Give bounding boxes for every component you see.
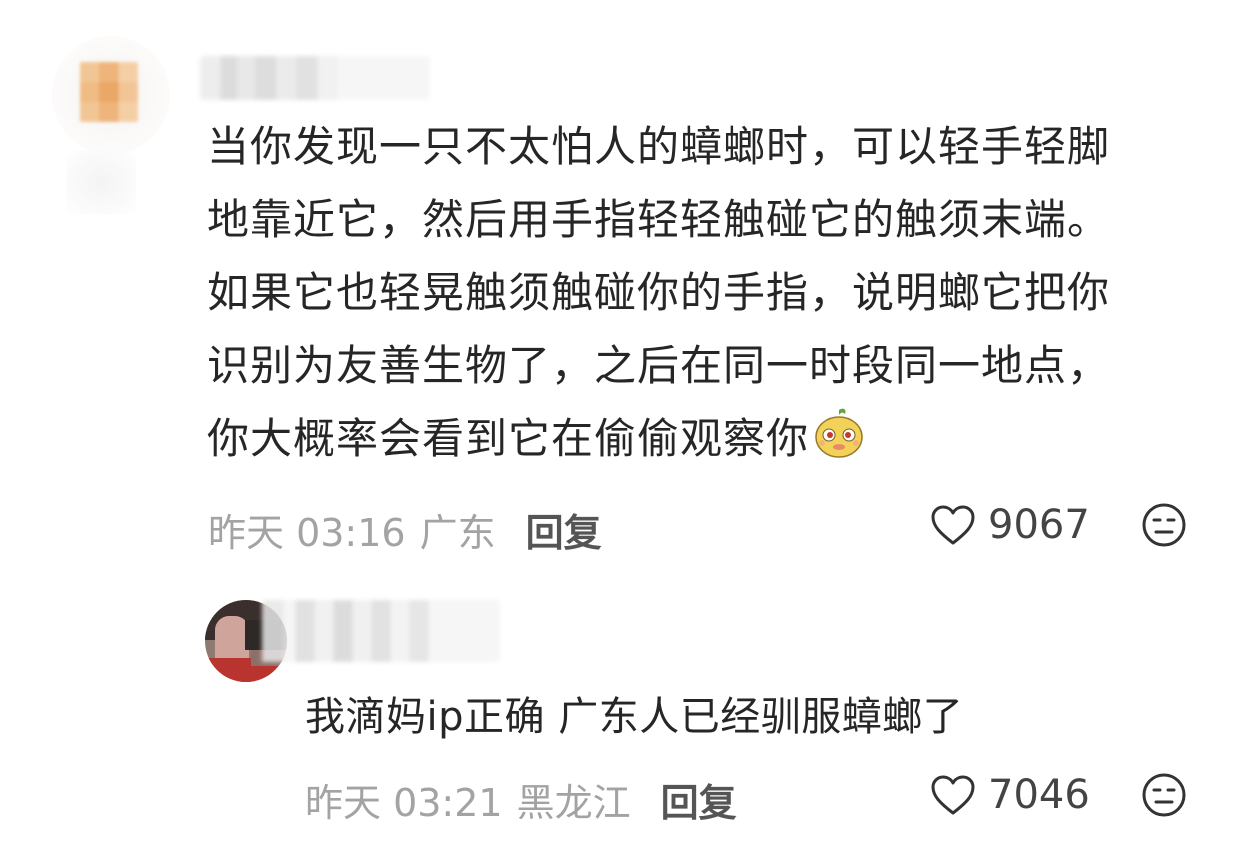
comment-location: 广东: [419, 511, 496, 555]
reply-button[interactable]: 回复: [526, 502, 602, 557]
reply-time: 昨天 03:21: [305, 781, 503, 825]
avatar-image-blurred: [80, 62, 138, 122]
comment-body: 当你发现一只不太怕人的蟑螂时，可以轻手轻脚 地靠近它，然后用手指轻轻触碰它的触须…: [207, 110, 1207, 475]
like-button[interactable]: 7046: [930, 772, 1090, 818]
avatar-thread-shadow: [66, 150, 136, 214]
like-button[interactable]: 9067: [930, 502, 1090, 548]
avatar[interactable]: [52, 36, 170, 154]
heart-outline-icon: [931, 505, 975, 545]
reply-username-blurred[interactable]: [262, 600, 500, 662]
comment-line: 地靠近它，然后用手指轻轻触碰它的触须末端。: [207, 195, 1111, 244]
yellow-face-sticker-icon: [815, 408, 863, 458]
comment-line: 识别为友善生物了，之后在同一时段同一地点，: [207, 341, 1111, 390]
comment-line-last: 你大概率会看到它在偷偷观察你: [207, 402, 1207, 475]
comment-time: 昨天 03:16: [208, 511, 406, 555]
frown-face-icon[interactable]: [1141, 772, 1187, 818]
comment-line: 如果它也轻晃触须触碰你的手指，说明螂它把你: [207, 268, 1111, 317]
reply-button[interactable]: 回复: [661, 772, 737, 827]
reply-meta: 昨天 03:21 黑龙江 回复: [305, 772, 737, 827]
reply-body: 我滴妈ip正确 广东人已经驯服蟑螂了: [305, 694, 964, 740]
frown-face-icon[interactable]: [1141, 502, 1187, 548]
reply-location: 黑龙江: [516, 781, 631, 825]
comment-line: 你大概率会看到它在偷偷观察你: [207, 414, 810, 463]
username-blurred[interactable]: [200, 56, 430, 100]
like-count: 7046: [988, 772, 1090, 818]
like-count: 9067: [988, 502, 1090, 548]
comment-line: 当你发现一只不太怕人的蟑螂时，可以轻手轻脚: [207, 122, 1111, 171]
comment-meta: 昨天 03:16 广东 回复: [208, 502, 602, 557]
heart-outline-icon: [931, 775, 975, 815]
